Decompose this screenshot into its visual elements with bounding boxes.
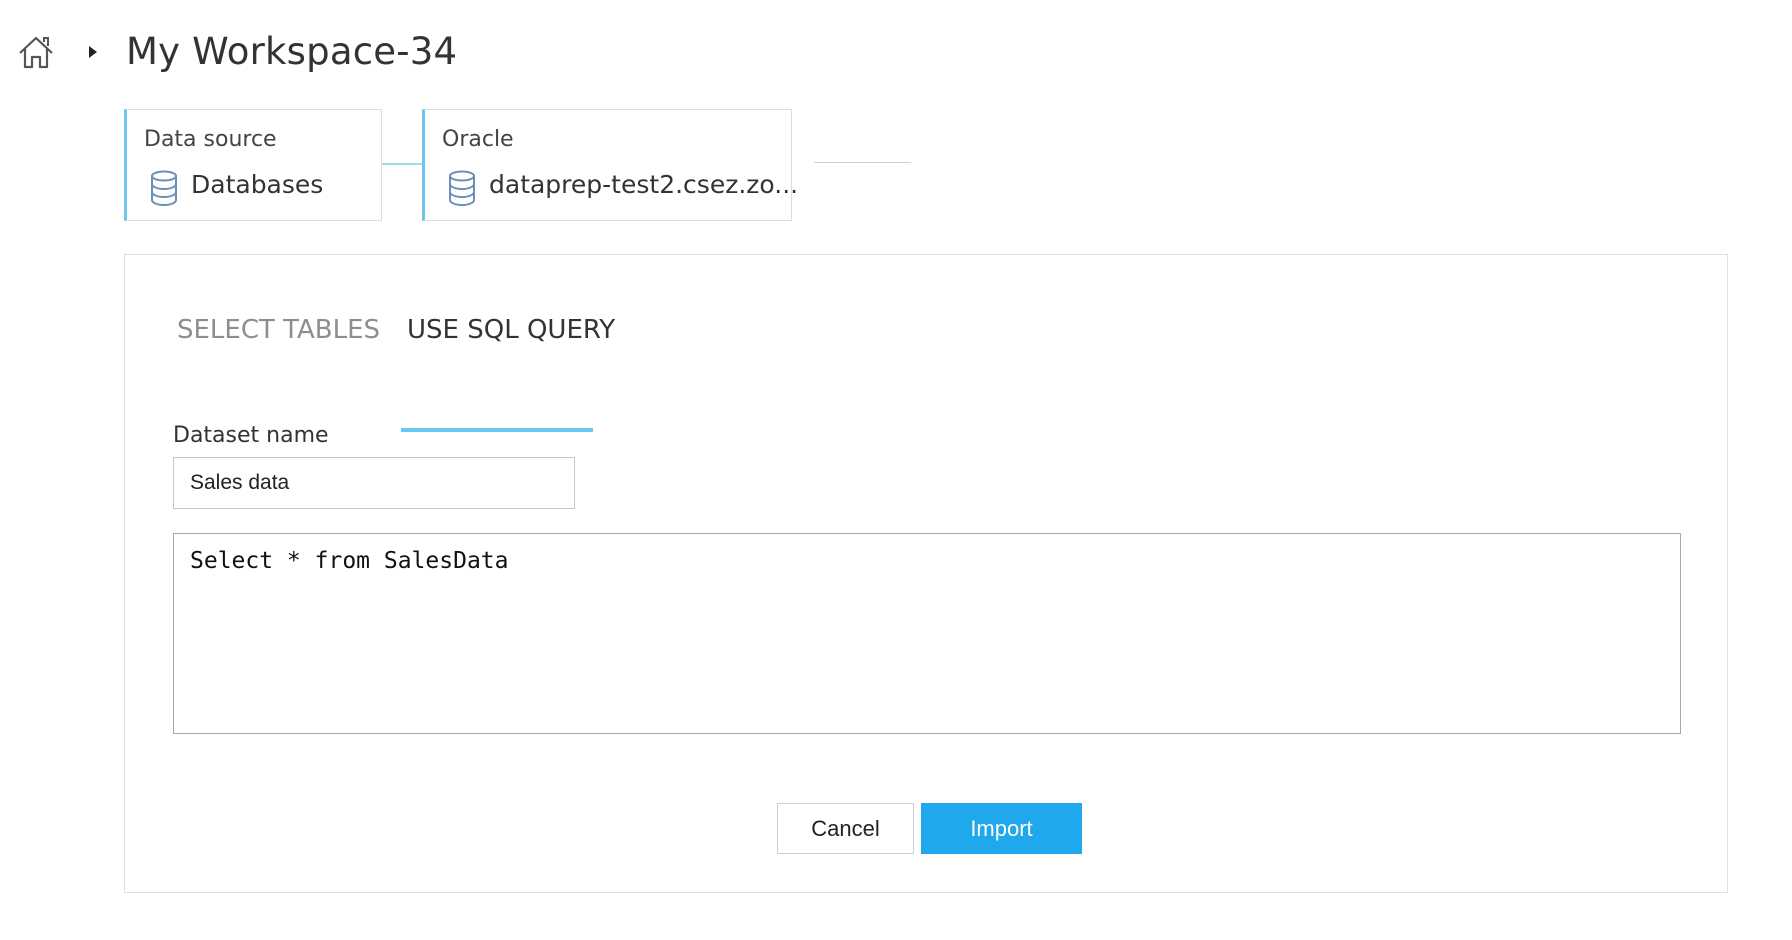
active-tab-indicator — [401, 428, 593, 432]
step-card-oracle[interactable]: Oracle dataprep-test2.csez.zo... — [422, 109, 798, 221]
step-connector — [382, 163, 422, 165]
dataset-name-label: Dataset name — [173, 423, 329, 448]
step-label: Oracle — [442, 127, 514, 152]
page-title: My Workspace-34 — [126, 30, 458, 73]
caret-right-icon — [89, 46, 97, 58]
home-icon[interactable] — [16, 33, 56, 73]
dataset-name-input[interactable] — [173, 457, 575, 509]
step-card-data-source[interactable]: Data source Databases — [124, 109, 382, 221]
import-button[interactable]: Import — [921, 803, 1082, 854]
sql-query-editor[interactable]: Select * from SalesData — [173, 533, 1681, 734]
database-icon — [449, 170, 475, 206]
step-value: Databases — [191, 170, 324, 199]
database-icon — [151, 170, 177, 206]
tab-select-tables[interactable]: SELECT TABLES — [173, 315, 384, 345]
pipeline-steps: Data source Databases Oracle dataprep-te… — [124, 109, 924, 221]
step-value: dataprep-test2.csez.zo... — [489, 170, 799, 199]
import-panel: SELECT TABLES USE SQL QUERY Dataset name… — [124, 254, 1728, 893]
step-connector-pending — [814, 162, 911, 163]
page-header: My Workspace-34 — [0, 0, 1792, 104]
step-label: Data source — [144, 127, 277, 152]
cancel-button[interactable]: Cancel — [777, 803, 914, 854]
tab-use-sql-query[interactable]: USE SQL QUERY — [403, 315, 619, 345]
